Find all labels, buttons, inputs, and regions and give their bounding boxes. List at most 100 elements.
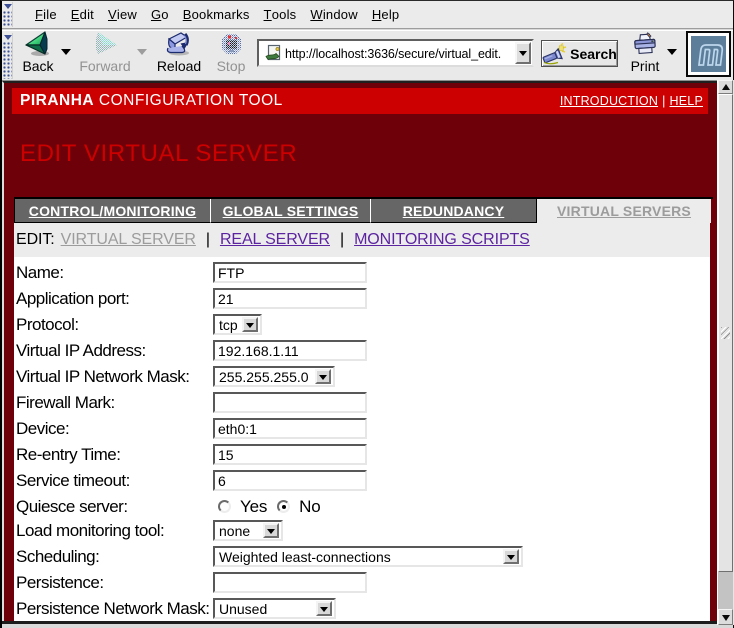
mozilla-logo[interactable]	[686, 31, 731, 77]
subnav-link-real-server[interactable]: REAL SERVER	[220, 231, 330, 249]
menu-file[interactable]: File	[28, 1, 64, 28]
url-bar[interactable]: http://localhost:3636/secure/virtual_edi…	[257, 39, 534, 67]
form-row: Device:eth0:1	[16, 418, 710, 444]
subnav-link-monitoring-scripts[interactable]: MONITORING SCRIPTS	[354, 231, 530, 249]
form-row: Scheduling:Weighted least-connections	[16, 546, 710, 572]
tab-global-settings[interactable]: GLOBAL SETTINGS	[211, 199, 371, 223]
forward-icon	[90, 32, 120, 57]
window-bottom-edge	[2, 621, 717, 628]
selected-value: Weighted least-connections	[215, 549, 501, 565]
site-icon	[264, 44, 282, 62]
url-text[interactable]: http://localhost:3636/secure/virtual_edi…	[285, 46, 514, 61]
form-row: Quiesce server:YesNo	[16, 496, 710, 520]
back-icon	[23, 32, 53, 57]
search-button[interactable]: Search	[541, 40, 618, 67]
menu-bookmarks[interactable]: Bookmarks	[176, 1, 257, 28]
field-label: Persistence Network Mask:	[16, 598, 213, 619]
subnav-link-virtual-server[interactable]: VIRTUAL SERVER	[61, 231, 196, 249]
help-link[interactable]: HELP	[670, 94, 703, 108]
print-button[interactable]: Print	[625, 32, 665, 78]
selected-value: Unused	[215, 601, 314, 617]
piranha-banner: PIRANHA CONFIGURATION TOOL INTRODUCTION …	[12, 88, 708, 114]
scroll-down-icon[interactable]	[718, 609, 733, 625]
vertical-scrollbar[interactable]	[717, 80, 734, 625]
back-dropdown-icon[interactable]	[60, 48, 72, 56]
selected-value: 255.255.255.0	[215, 369, 313, 385]
dropdown-arrow-icon[interactable]	[316, 601, 332, 616]
reload-icon	[165, 32, 193, 57]
firewall-mark-input[interactable]	[213, 392, 367, 413]
virtual-server-form: Name:FTPApplication port:21Protocol:tcpV…	[14, 257, 710, 622]
menubar-grippy-icon[interactable]	[3, 2, 13, 27]
virtual-ip-network-mask-select[interactable]: 255.255.255.0	[213, 366, 335, 387]
form-row: Persistence Network Mask:Unused	[16, 598, 710, 622]
persistence-input[interactable]	[213, 572, 367, 593]
tab-virtual-servers[interactable]: VIRTUAL SERVERS	[537, 199, 711, 223]
thumb-grip-icon	[721, 327, 730, 339]
back-label: Back	[22, 58, 53, 74]
forward-button[interactable]: Forward	[78, 32, 132, 78]
protocol-select[interactable]: tcp	[213, 314, 262, 335]
selected-value: none	[215, 523, 261, 539]
form-row: Virtual IP Network Mask:255.255.255.0	[16, 366, 710, 392]
persistence-network-mask-select[interactable]: Unused	[213, 598, 336, 619]
form-row: Name:FTP	[16, 262, 710, 288]
field-label: Persistence:	[16, 572, 213, 593]
print-icon	[631, 32, 659, 57]
re-entry-time-input[interactable]: 15	[213, 444, 367, 465]
field-label: Firewall Mark:	[16, 392, 213, 413]
menu-tools[interactable]: Tools	[257, 1, 304, 28]
dropdown-arrow-icon[interactable]	[263, 523, 279, 538]
introduction-link[interactable]: INTRODUCTION	[560, 94, 658, 108]
menu-bar: FileEditViewGoBookmarksToolsWindowHelp	[2, 1, 733, 29]
quiesce-server-radio-group: YesNo	[218, 496, 330, 517]
form-row: Application port:21	[16, 288, 710, 314]
virtual-ip-address-input[interactable]: 192.168.1.11	[213, 340, 367, 361]
print-dropdown-icon[interactable]	[666, 48, 678, 56]
menu-view[interactable]: View	[101, 1, 144, 28]
application-port-input[interactable]: 21	[213, 288, 367, 309]
menu-edit[interactable]: Edit	[64, 1, 101, 28]
device-input[interactable]: eth0:1	[213, 418, 367, 439]
scroll-up-icon[interactable]	[718, 80, 733, 94]
browser-window: FileEditViewGoBookmarksToolsWindowHelp	[0, 0, 734, 628]
forward-dropdown-icon[interactable]	[136, 48, 148, 56]
load-monitoring-tool-select[interactable]: none	[213, 520, 283, 541]
dropdown-arrow-icon[interactable]	[315, 369, 331, 384]
back-button[interactable]: Back	[17, 32, 59, 78]
subnav-bar: EDIT: VIRTUAL SERVER|REAL SERVER|MONITOR…	[14, 223, 710, 257]
field-label: Scheduling:	[16, 546, 213, 567]
form-row: Persistence:	[16, 572, 710, 598]
scrollbar-thumb[interactable]	[718, 94, 733, 572]
field-label: Quiesce server:	[16, 496, 213, 517]
subnav-separator: |	[206, 231, 210, 249]
tab-control-monitoring[interactable]: CONTROL/MONITORING	[14, 199, 211, 223]
tab-redundancy[interactable]: REDUNDANCY	[371, 199, 537, 223]
toolbar-grippy-icon[interactable]	[3, 33, 13, 79]
field-label: Re-entry Time:	[16, 444, 213, 465]
tab-strip: CONTROL/MONITORINGGLOBAL SETTINGSREDUNDA…	[14, 197, 713, 223]
menu-go[interactable]: Go	[144, 1, 176, 28]
field-label: Virtual IP Address:	[16, 340, 213, 361]
scheduling-select[interactable]: Weighted least-connections	[213, 546, 523, 567]
field-label: Virtual IP Network Mask:	[16, 366, 213, 387]
menu-window[interactable]: Window	[303, 1, 364, 28]
menu-help[interactable]: Help	[365, 1, 407, 28]
form-row: Firewall Mark:	[16, 392, 710, 418]
stop-button[interactable]: Stop	[212, 32, 250, 78]
url-dropdown-icon[interactable]	[515, 42, 531, 64]
page-viewport: PIRANHA CONFIGURATION TOOL INTRODUCTION …	[2, 81, 717, 622]
service-timeout-input[interactable]: 6	[213, 470, 367, 491]
print-label: Print	[631, 58, 660, 74]
banner-title: PIRANHA CONFIGURATION TOOL	[20, 92, 283, 110]
dropdown-arrow-icon[interactable]	[503, 549, 519, 564]
field-label: Device:	[16, 418, 213, 439]
dropdown-arrow-icon[interactable]	[242, 317, 258, 332]
radio-yes[interactable]	[218, 500, 231, 513]
name-input[interactable]: FTP	[213, 262, 367, 283]
menu-items: FileEditViewGoBookmarksToolsWindowHelp	[13, 1, 406, 28]
radio-no-checked[interactable]	[277, 500, 290, 513]
forward-label: Forward	[79, 58, 130, 74]
subnav-separator: |	[340, 231, 344, 249]
reload-button[interactable]: Reload	[155, 32, 203, 78]
